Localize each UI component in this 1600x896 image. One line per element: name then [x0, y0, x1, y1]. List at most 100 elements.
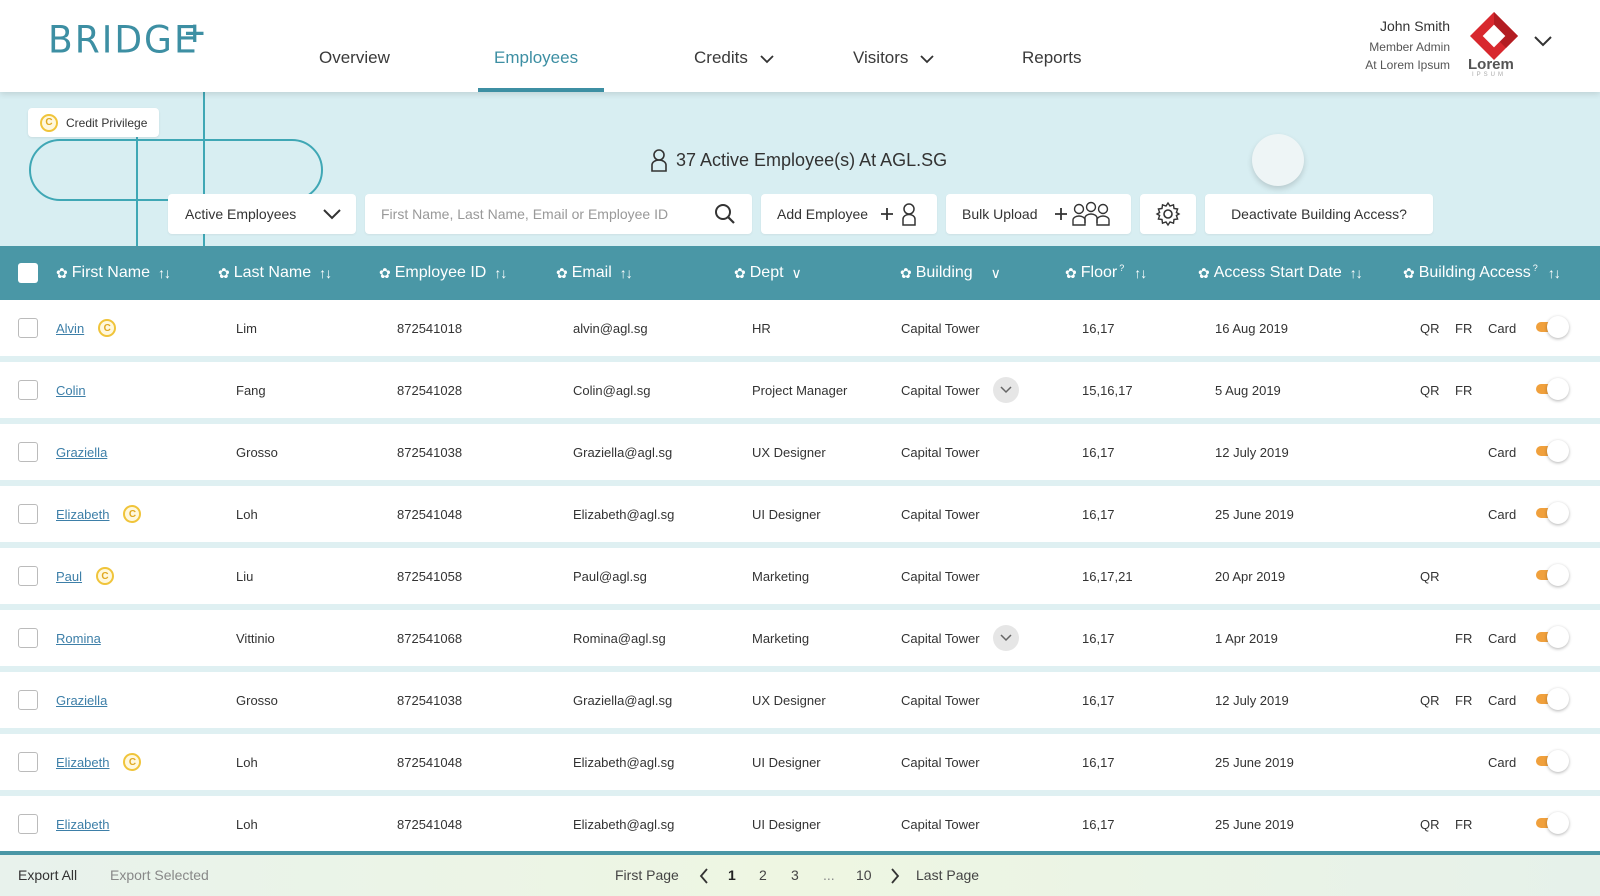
nav-credits[interactable]: Credits — [694, 48, 775, 68]
toggle-knob — [1547, 564, 1569, 586]
chevron-left-icon[interactable] — [698, 867, 710, 885]
first-name-link[interactable]: Colin — [56, 383, 86, 398]
add-employee-button[interactable]: Add Employee — [761, 194, 937, 234]
table-row: Elizabeth Loh 872541048 Elizabeth@agl.sg UI … — [0, 796, 1600, 858]
nav-overview-label: Overview — [319, 48, 390, 67]
first-name-link[interactable]: Elizabeth — [56, 507, 109, 522]
table-footer: Export All Export Selected First Page 1 … — [0, 851, 1600, 896]
column-employee-id[interactable]: ✿ Employee ID ↑↓ — [379, 246, 507, 300]
building-cell: Capital Tower — [901, 672, 980, 728]
nav-reports-label: Reports — [1022, 48, 1082, 67]
first-page-link[interactable]: First Page — [615, 867, 679, 883]
table-row: Graziella Grosso 872541038 Graziella@agl.sg… — [0, 424, 1600, 486]
row-checkbox[interactable] — [18, 814, 38, 834]
row-checkbox[interactable] — [18, 442, 38, 462]
nav-reports[interactable]: Reports — [1022, 48, 1082, 68]
select-all-checkbox[interactable] — [18, 263, 38, 283]
nav-visitors[interactable]: Visitors — [853, 48, 935, 68]
chevron-right-icon[interactable] — [889, 867, 901, 885]
building-access-toggle[interactable] — [1536, 688, 1570, 710]
building-name: Capital Tower — [901, 816, 980, 832]
page-1[interactable]: 1 — [728, 867, 736, 883]
row-checkbox[interactable] — [18, 380, 38, 400]
page-3[interactable]: 3 — [791, 867, 799, 883]
building-access-toggle[interactable] — [1536, 750, 1570, 772]
dept-cell: Marketing — [752, 568, 810, 584]
floor-cell: 16,17 — [1082, 444, 1115, 460]
employee-search-input[interactable] — [381, 206, 711, 222]
export-all-button[interactable]: Export All — [18, 867, 77, 883]
column-last-name[interactable]: ✿ Last Name ↑↓ — [218, 246, 332, 300]
column-label: Building Access — [1418, 264, 1531, 281]
page-10[interactable]: 10 — [856, 867, 872, 883]
column-floor[interactable]: ✿ Floor? ↑↓ — [1065, 246, 1147, 300]
column-access-start-date[interactable]: ✿ Access Start Date ↑↓ — [1198, 246, 1363, 300]
first-name-link[interactable]: Paul — [56, 569, 82, 584]
row-checkbox[interactable] — [18, 752, 38, 772]
employee-id-cell: 872541028 — [397, 382, 463, 398]
floating-toggle-bubble[interactable] — [1252, 134, 1304, 186]
last-page-link[interactable]: Last Page — [916, 867, 979, 883]
nav-employees[interactable]: Employees — [494, 48, 578, 68]
email-cell: Elizabeth@agl.sg — [573, 816, 675, 832]
access-qr: QR — [1420, 816, 1440, 832]
export-selected-button[interactable]: Export Selected — [110, 867, 209, 883]
sort-icon: ↑↓ — [494, 265, 507, 281]
first-name-link[interactable]: Elizabeth — [56, 817, 109, 832]
row-checkbox[interactable] — [18, 628, 38, 648]
bridge-logo[interactable]: BRIDGE — [48, 19, 199, 62]
building-access-toggle[interactable] — [1536, 502, 1570, 524]
first-name-link[interactable]: Elizabeth — [56, 755, 109, 770]
building-access-toggle[interactable] — [1536, 316, 1570, 338]
row-checkbox[interactable] — [18, 318, 38, 338]
deactivate-building-access-button[interactable]: Deactivate Building Access? — [1205, 194, 1433, 234]
email-cell: alvin@agl.sg — [573, 320, 648, 336]
gear-icon: ✿ — [218, 264, 230, 281]
column-label: Building — [915, 264, 973, 281]
row-checkbox[interactable] — [18, 566, 38, 586]
building-expand-chevron-icon[interactable] — [992, 625, 1019, 651]
column-building-access[interactable]: ✿ Building Access? ↑↓ — [1403, 246, 1561, 300]
first-name-link[interactable]: Graziella — [56, 445, 107, 460]
employee-id-cell: 872541058 — [397, 568, 463, 584]
building-access-toggle[interactable] — [1536, 626, 1570, 648]
building-expand-chevron-icon[interactable] — [992, 377, 1019, 403]
bulk-upload-button[interactable]: Bulk Upload — [946, 194, 1131, 234]
table-row: Alvin C Lim 872541018 alvin@agl.sg HR Capital … — [0, 300, 1600, 362]
user-menu-chevron-down-icon[interactable] — [1532, 34, 1554, 48]
table-row: Colin Fang 872541028 Colin@agl.sg Project Ma… — [0, 362, 1600, 424]
floor-cell: 16,17 — [1082, 506, 1115, 522]
help-icon[interactable]: ? — [1119, 263, 1124, 273]
building-access-toggle[interactable] — [1536, 440, 1570, 462]
first-name-link[interactable]: Alvin — [56, 321, 84, 336]
column-email[interactable]: ✿ Email ↑↓ — [556, 246, 633, 300]
row-checkbox[interactable] — [18, 504, 38, 524]
column-label: Floor — [1080, 264, 1118, 281]
credit-coin-icon: C — [96, 567, 115, 585]
building-access-toggle[interactable] — [1536, 564, 1570, 586]
employee-status-select[interactable]: Active Employees — [168, 194, 356, 234]
table-settings-button[interactable] — [1140, 194, 1196, 234]
column-dept[interactable]: ✿ Dept ∨ — [734, 246, 802, 300]
building-access-toggle[interactable] — [1536, 378, 1570, 400]
user-role: Member Admin — [1369, 40, 1450, 54]
column-first-name[interactable]: ✿ First Name ↑↓ — [56, 246, 171, 300]
first-name-link[interactable]: Graziella — [56, 693, 107, 708]
brand-sub: IPSUM — [1472, 72, 1507, 78]
chevron-down-icon: ∨ — [791, 264, 802, 281]
page-2[interactable]: 2 — [759, 867, 767, 883]
nav-overview[interactable]: Overview — [319, 48, 390, 68]
row-checkbox[interactable] — [18, 690, 38, 710]
help-icon[interactable]: ? — [1533, 263, 1538, 273]
first-name-link[interactable]: Romina — [56, 631, 101, 646]
dept-cell: UI Designer — [752, 754, 821, 770]
table-row: Elizabeth C Loh 872541048 Elizabeth@agl.sg UI… — [0, 486, 1600, 548]
user-info: John Smith Member Admin At Lorem Ipsum — [1365, 18, 1450, 72]
building-access-toggle[interactable] — [1536, 812, 1570, 834]
last-name-cell: Vittinio — [236, 630, 275, 646]
access-fr: FR — [1455, 630, 1473, 646]
access-fr: FR — [1455, 320, 1473, 336]
nav-visitors-label: Visitors — [853, 48, 909, 67]
column-building[interactable]: ✿ Building ∨ — [900, 246, 1001, 300]
search-icon[interactable] — [714, 203, 736, 225]
